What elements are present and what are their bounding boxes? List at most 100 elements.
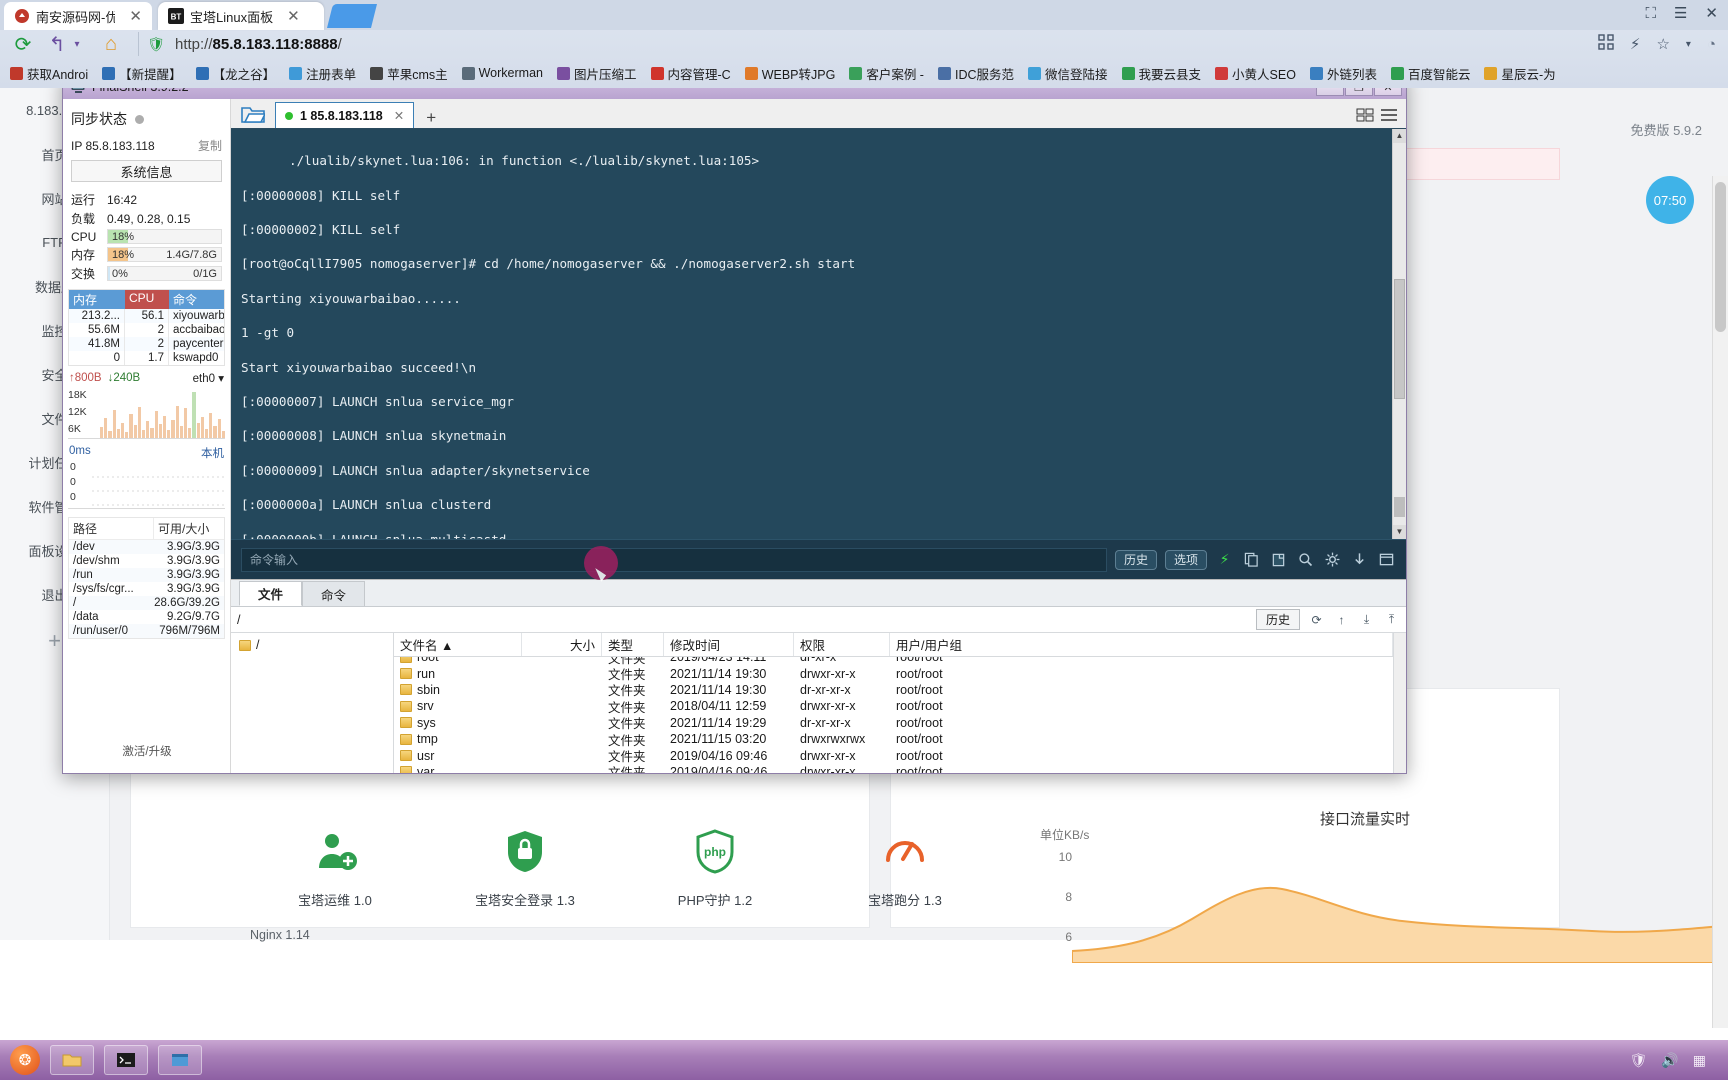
network-interface-select[interactable]: eth0 ▾ [193,371,224,385]
bookmark-item[interactable]: 【龙之谷】 [190,62,282,85]
paste-icon[interactable] [1269,550,1288,569]
tab-commands[interactable]: 命令 [302,581,366,606]
process-row[interactable]: 41.8M 2 paycenter [69,337,224,351]
col-header-size[interactable]: 大小 [522,633,602,656]
upload-icon[interactable]: ⤒ [1383,611,1400,628]
explorer-icon[interactable] [50,1045,94,1075]
file-history-button[interactable]: 历史 [1255,609,1300,630]
qr-code-icon[interactable] [1598,34,1614,54]
disk-row[interactable]: /sys/fs/cgr... 3.9G/3.9G [69,582,224,596]
process-row[interactable]: 213.2... 56.1 xiyouwarbai... [69,309,224,323]
bt-plugin-item[interactable]: php PHP守护 1.2 [620,828,810,958]
command-input[interactable]: 命令输入 [241,547,1107,572]
open-folder-icon[interactable] [231,100,275,128]
back-history-caret-icon[interactable]: ▾ [66,33,88,55]
terminal-scroll-thumb-lower[interactable] [1394,497,1405,517]
terminal-output-area[interactable]: ./lualib/skynet.lua:106: in function <./… [231,129,1406,539]
clock-badge[interactable]: 07:50 [1646,176,1694,224]
bookmark-item[interactable]: IDC服务范 [932,62,1020,85]
disk-row[interactable]: /dev/shm 3.9G/3.9G [69,554,224,568]
bookmark-item[interactable]: 星辰云-为 [1478,62,1561,85]
process-row[interactable]: 0 1.7 kswapd0 [69,351,224,365]
terminal-scrollbar[interactable]: ▲ ▼ [1392,129,1406,539]
bookmark-item[interactable]: 注册表单 [283,62,362,85]
bookmark-item[interactable]: 小黄人SEO [1209,62,1302,85]
bt-plugin-item[interactable]: 宝塔运维 1.0 [240,828,430,958]
close-icon[interactable]: ✕ [287,7,300,25]
grid-view-icon[interactable] [1356,107,1374,128]
terminal-icon[interactable] [104,1045,148,1075]
table-row[interactable]: tmp 文件夹 2021/11/15 03:20 drwxrwxrwx root… [394,731,1393,748]
process-header-cpu[interactable]: CPU [125,290,169,309]
new-tab-button[interactable] [327,4,377,28]
bookmark-item[interactable]: 苹果cms主 [364,62,453,85]
bt-plugin-item[interactable]: 宝塔安全登录 1.3 [430,828,620,958]
bookmark-item[interactable]: Workerman [456,64,549,82]
col-header-mtime[interactable]: 修改时间 [664,633,794,656]
terminal-scroll-thumb[interactable] [1394,279,1405,399]
process-header-mem[interactable]: 内存 [69,290,125,309]
history-button[interactable]: 历史 [1114,549,1157,570]
restore-icon[interactable]: ⛶ [1645,5,1656,22]
table-row[interactable]: run 文件夹 2021/11/14 19:30 drwxr-xr-x root… [394,665,1393,682]
col-header-owner[interactable]: 用户/用户组 [890,633,1393,656]
download-icon[interactable] [1350,550,1369,569]
col-header-name[interactable]: 文件名 ▲ [394,633,522,656]
bookmark-item[interactable]: WEBP转JPG [739,62,842,85]
bookmark-item[interactable]: 获取Androi [4,62,94,85]
minimize-icon[interactable]: ☰ [1674,4,1687,22]
page-scrollbar[interactable] [1712,176,1728,1028]
bt-plugin-item[interactable]: 宝塔跑分 1.3 [810,828,1000,958]
scroll-up-icon[interactable]: ▲ [1393,129,1406,143]
up-icon[interactable]: ↑ [1333,611,1350,628]
table-row[interactable]: usr 文件夹 2019/04/16 09:46 drwxr-xr-x root… [394,747,1393,764]
reload-icon[interactable]: ⟳ [12,33,34,56]
disk-row[interactable]: /dev 3.9G/3.9G [69,540,224,554]
caret-down-icon[interactable]: ▾ [1686,39,1691,50]
search-icon[interactable] [1296,550,1315,569]
table-row[interactable]: root 文件夹 2019/04/23 14:11 dr-xr-x root/r… [394,657,1393,666]
disk-row[interactable]: /run/user/0 796M/796M [69,624,224,638]
table-row[interactable]: sys 文件夹 2021/11/14 19:29 dr-xr-xr-x root… [394,715,1393,731]
disk-row[interactable]: /data 9.2G/9.7G [69,610,224,624]
lightning-icon[interactable]: ⚡ [1215,550,1234,569]
close-icon[interactable]: ✕ [1705,4,1718,22]
close-icon[interactable]: ✕ [394,108,404,123]
browser-tab[interactable]: BT 宝塔Linux面板 ✕ [158,2,324,30]
process-row[interactable]: 55.6M 2 accbaibao [69,323,224,337]
activate-upgrade-link[interactable]: 激活/升级 [63,743,231,759]
start-orb-icon[interactable]: ❂ [10,1045,40,1075]
col-header-perm[interactable]: 权限 [794,633,890,656]
file-tree-root[interactable]: / [231,637,393,653]
bookmark-item[interactable]: 内容管理-C [645,62,737,85]
copy-ip-button[interactable]: 复制 [198,137,222,154]
fullscreen-icon[interactable] [1377,550,1396,569]
col-header-type[interactable]: 类型 [602,633,664,656]
copy-icon[interactable] [1242,550,1261,569]
file-list-scrollbar[interactable] [1393,633,1406,773]
network-icon[interactable]: ▦ [1693,1052,1706,1069]
disk-row[interactable]: / 28.6G/39.2G [69,596,224,610]
table-row[interactable]: srv 文件夹 2018/04/11 12:59 drwxr-xr-x root… [394,698,1393,715]
gear-icon[interactable] [1323,550,1342,569]
bookmark-item[interactable]: 百度智能云 [1385,62,1477,85]
address-bar[interactable]: 🛡 http://85.8.183.118:8888/ [138,32,1586,56]
new-tab-button[interactable]: + [414,108,448,128]
process-header-cmd[interactable]: 命令 [169,290,224,309]
terminal-tab[interactable]: 1 85.8.183.118 ✕ [275,102,415,128]
back-icon[interactable]: ↰ [46,33,68,56]
refresh-icon[interactable]: ⟳ [1308,611,1325,628]
browser-icon[interactable] [158,1045,202,1075]
system-info-button[interactable]: 系统信息 [71,160,222,182]
bookmark-item[interactable]: 图片压缩工 [551,62,643,85]
tab-files[interactable]: 文件 [239,581,303,606]
bookmark-item[interactable]: 【新提醒】 [96,62,188,85]
download-icon[interactable]: ⤓ [1358,611,1375,628]
file-path-input[interactable]: / [237,613,1248,627]
table-row[interactable]: var 文件夹 2019/04/16 09:46 drwxr-xr-x root… [394,764,1393,773]
bookmark-item[interactable]: 外链列表 [1304,62,1383,85]
bookmark-item[interactable]: 微信登陆接 [1022,62,1114,85]
disk-row[interactable]: /run 3.9G/3.9G [69,568,224,582]
close-icon[interactable]: ✕ [129,7,142,25]
bookmark-item[interactable]: 客户案例 - [843,62,930,85]
